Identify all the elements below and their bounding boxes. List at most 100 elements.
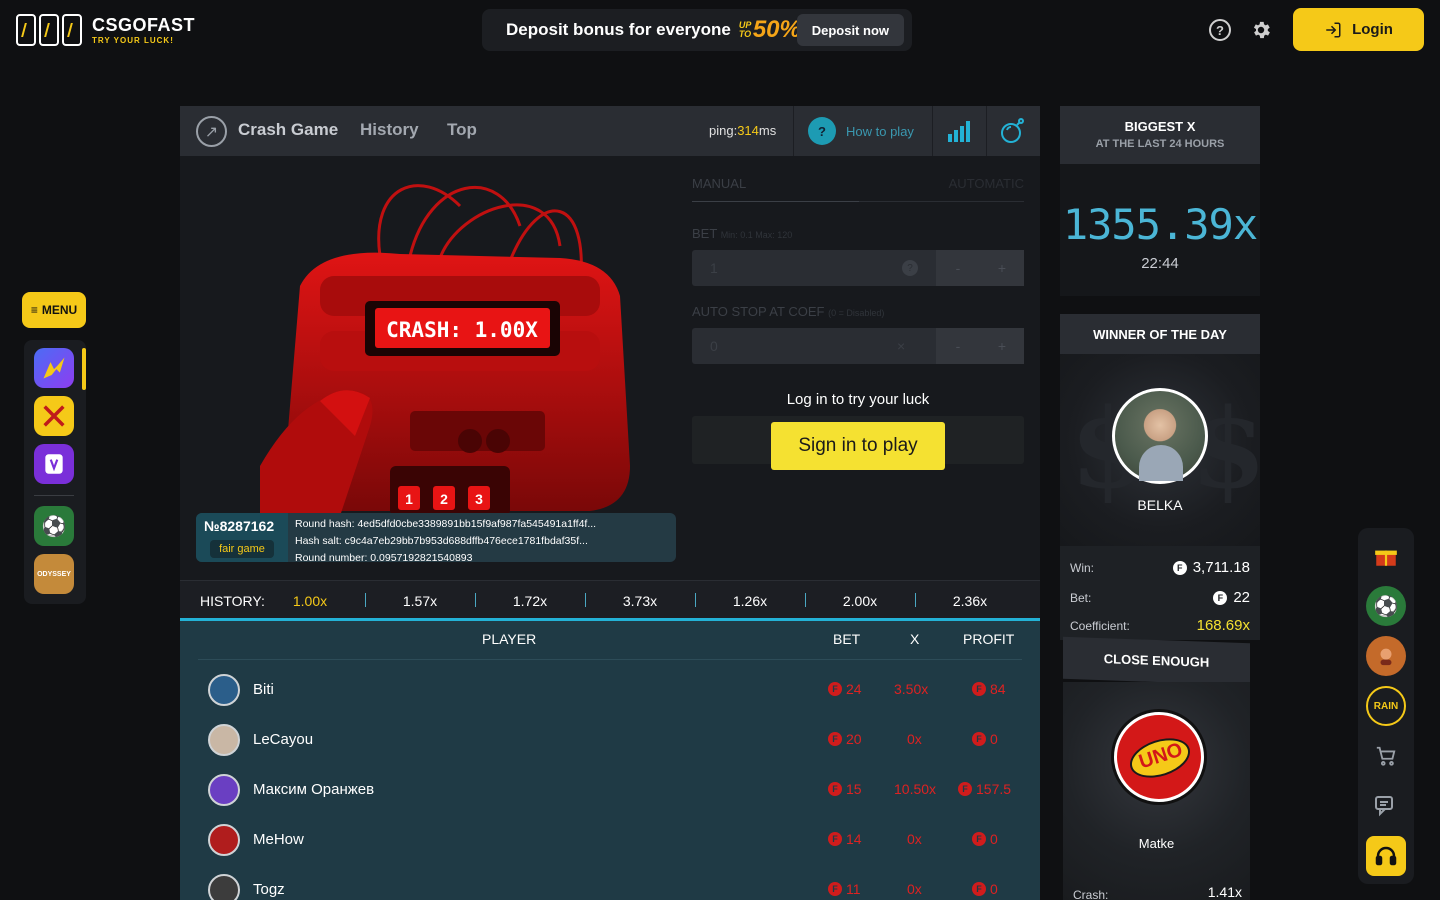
bet-label: Bet:: [1070, 591, 1092, 605]
login-icon: [1326, 22, 1341, 37]
tab-history[interactable]: History: [360, 120, 419, 140]
bet-decrease-button[interactable]: -: [936, 250, 980, 286]
close-enough-name[interactable]: Matke: [1063, 836, 1250, 851]
player-name[interactable]: Togz: [253, 881, 285, 898]
login-button[interactable]: Login: [1293, 8, 1424, 51]
football-icon[interactable]: ⚽: [34, 506, 74, 546]
table-row[interactable]: Максим Оранжев F 15 10.50x F 157.5: [180, 765, 1040, 815]
coefficient-label: Coefficient:: [1070, 619, 1130, 633]
right-rail: ⚽ RAIN: [1358, 528, 1414, 884]
history-item[interactable]: 1.72x: [475, 593, 585, 609]
chat-icon[interactable]: [1366, 786, 1406, 826]
table-row[interactable]: Togz F 11 0x F 0: [180, 865, 1040, 900]
history-item[interactable]: 2.36x: [915, 593, 1025, 609]
history-item[interactable]: 1.00x: [255, 593, 365, 609]
gift-icon[interactable]: [1366, 536, 1406, 576]
rail-divider: [34, 495, 74, 496]
player-avatar[interactable]: [208, 824, 240, 856]
character-icon[interactable]: [1366, 636, 1406, 676]
topbar-divider: [986, 106, 987, 156]
player-avatar[interactable]: [208, 874, 240, 900]
football-icon[interactable]: ⚽: [1366, 586, 1406, 626]
player-bet: F 24: [828, 681, 862, 697]
hamburger-icon: ≡: [30, 303, 38, 317]
player-name[interactable]: Максим Оранжев: [253, 781, 374, 798]
rain-icon[interactable]: RAIN: [1366, 686, 1406, 726]
winner-avatar[interactable]: [1112, 388, 1208, 484]
bomb-icon[interactable]: [998, 115, 1028, 145]
player-avatar[interactable]: [208, 674, 240, 706]
history-item[interactable]: 3.73x: [585, 593, 695, 609]
tab-automatic[interactable]: AUTOMATIC: [949, 176, 1024, 191]
table-row[interactable]: Biti F 24 3.50x F 84: [180, 665, 1040, 715]
autostop-input[interactable]: 0 × - +: [692, 328, 1024, 364]
topbar-divider: [932, 106, 933, 156]
hash-salt: Hash salt: c9c4a7eb29bb7b953d688dffb476e…: [295, 535, 588, 547]
bet-limits: Min: 0.1 Max: 120: [720, 230, 793, 240]
bomb-illustration: CRASH: 1.00X 1 2 3: [260, 184, 630, 524]
player-name[interactable]: LeCayou: [253, 731, 313, 748]
round-seed-number: Round number: 0.09571928215408​93: [295, 552, 473, 562]
player-bet: F 14: [828, 831, 862, 847]
biggest-x-subtitle: AT THE LAST 24 HOURS: [1095, 138, 1225, 150]
mode-tabs: MANUAL AUTOMATIC: [692, 176, 1024, 202]
crash-game-icon[interactable]: [34, 348, 74, 388]
coin-icon: F: [1172, 560, 1187, 575]
column-player: PLAYER: [482, 631, 537, 647]
round-info: №8287162 fair game Round hash: 4ed5dfd0c…: [196, 513, 676, 562]
coin-icon: F: [828, 782, 842, 796]
history-item[interactable]: 1.26x: [695, 593, 805, 609]
column-x: X: [910, 631, 920, 647]
player-name[interactable]: Biti: [253, 681, 274, 698]
menu-label: MENU: [41, 303, 78, 317]
tab-crash-game[interactable]: Crash Game: [238, 120, 338, 140]
logo-tagline: TRY YOUR LUCK!: [92, 35, 174, 45]
fair-game-badge[interactable]: fair game: [210, 540, 274, 558]
deposit-now-button[interactable]: Deposit now: [796, 14, 904, 46]
menu-button[interactable]: ≡ MENU: [22, 292, 86, 328]
autostop-decrease-button[interactable]: -: [936, 328, 980, 364]
table-row[interactable]: MeHow F 14 0x F 0: [180, 815, 1040, 865]
uno-avatar[interactable]: UNO: [1114, 712, 1204, 802]
bet-label: BET Min: 0.1 Max: 120: [692, 226, 793, 241]
coefficient-value: 168.69x: [1196, 617, 1250, 634]
crash-value: 1.41x: [1207, 884, 1242, 900]
player-multiplier: 0x: [907, 831, 922, 847]
support-headset-icon[interactable]: [1366, 836, 1406, 876]
history-item[interactable]: 1.57x: [365, 593, 475, 609]
coin-icon: F: [972, 732, 986, 746]
sign-in-to-play-button[interactable]: Sign in to play: [771, 422, 945, 470]
tab-top[interactable]: Top: [447, 120, 477, 140]
history-item[interactable]: 2.00x: [805, 593, 915, 609]
round-hashes: Round hash: 4ed5dfd0cbe3389891bb15f9af98…: [295, 516, 596, 562]
game-stage: CRASH: 1.00X 1 2 3 №8287162 fair game Ro…: [180, 156, 1040, 580]
cart-icon[interactable]: [1366, 736, 1406, 776]
site-logo[interactable]: CSGOFAST TRY YOUR LUCK!: [16, 14, 195, 46]
winner-name[interactable]: BELKA: [1060, 497, 1260, 513]
clear-icon[interactable]: ×: [897, 338, 905, 354]
close-enough-panel: UNO Matke Crash: 1.41x: [1063, 682, 1250, 900]
header: CSGOFAST TRY YOUR LUCK! Deposit bonus fo…: [0, 0, 1440, 62]
odyssey-icon[interactable]: ODYSSEY: [34, 554, 74, 594]
help-icon[interactable]: ?: [1209, 19, 1231, 41]
crash-game-panel: ↗ Crash Game History Top ping:314ms ? Ho…: [180, 106, 1040, 900]
player-name[interactable]: MeHow: [253, 831, 304, 848]
bet-increase-button[interactable]: +: [980, 250, 1024, 286]
player-avatar[interactable]: [208, 724, 240, 756]
bet-input[interactable]: 1 ? - +: [692, 250, 1024, 286]
tab-manual[interactable]: MANUAL: [692, 176, 746, 191]
settings-gear-icon[interactable]: [1250, 19, 1272, 41]
bet-help-icon[interactable]: ?: [902, 260, 918, 276]
how-to-play-button[interactable]: ? How to play: [808, 117, 914, 145]
swords-game-icon[interactable]: [34, 396, 74, 436]
deposit-promo-banner[interactable]: Deposit bonus for everyone UP TO 50% Dep…: [482, 9, 912, 51]
player-profit: F0: [972, 731, 998, 747]
table-row[interactable]: LeCayou F 20 0x F 0: [180, 715, 1040, 765]
autostop-increase-button[interactable]: +: [980, 328, 1024, 364]
biggest-x-header: BIGGEST X AT THE LAST 24 HOURS: [1060, 106, 1260, 164]
slot-game-icon[interactable]: [34, 444, 74, 484]
player-multiplier: 0x: [907, 881, 922, 897]
player-avatar[interactable]: [208, 774, 240, 806]
player-bet: F 11: [828, 881, 861, 897]
stats-bars-icon[interactable]: [946, 118, 972, 144]
